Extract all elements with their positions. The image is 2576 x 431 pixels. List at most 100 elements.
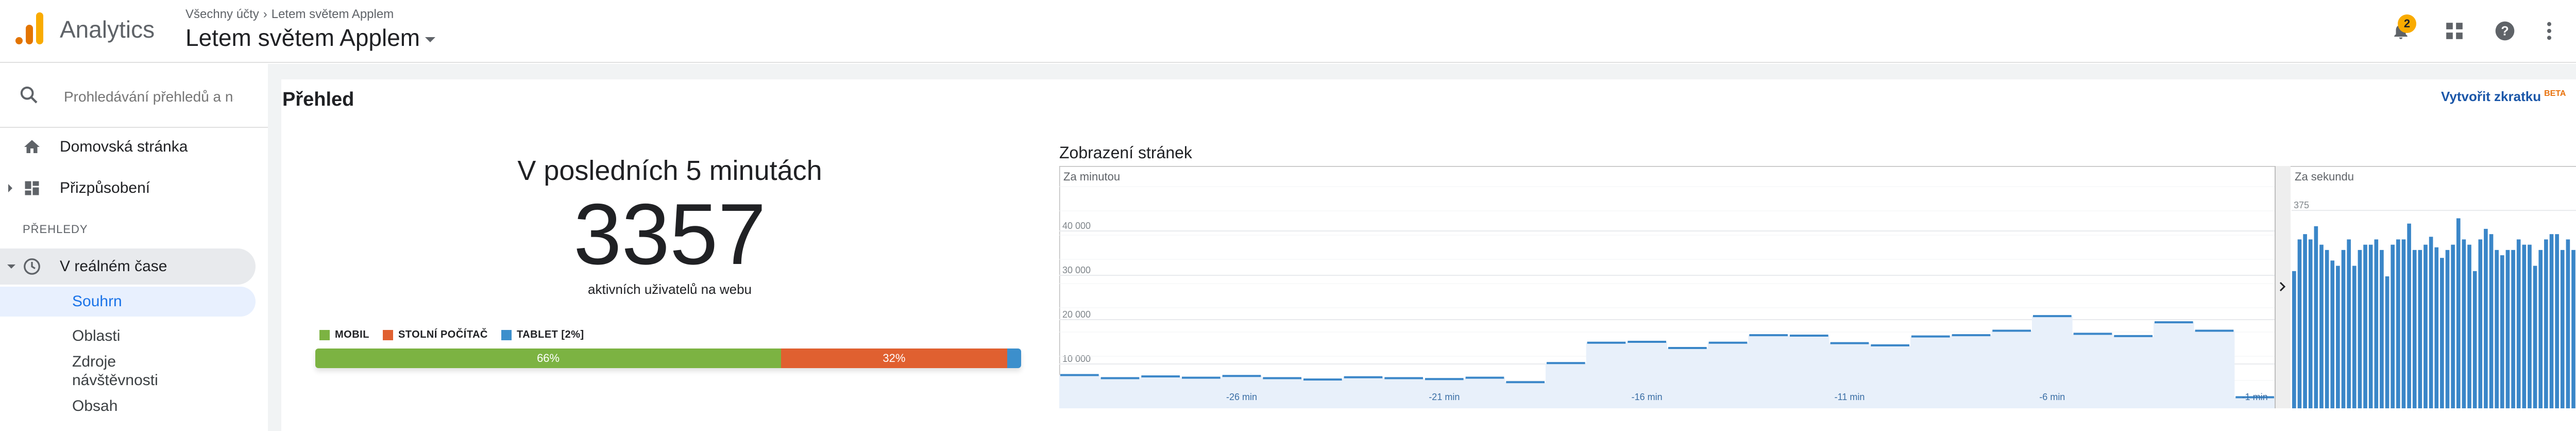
top-header: Analytics Všechny účty › Letem světem Appl… [0, 0, 2576, 63]
x-tick-label: -16 min [1632, 392, 1663, 402]
second-bar-23 [2418, 250, 2422, 408]
second-bar-35 [2484, 228, 2488, 408]
breadcrumb-account[interactable]: Letem světem Applem [272, 7, 394, 21]
sidebar-item-realtime[interactable]: V reálném čase [0, 248, 256, 285]
second-bar-1 [2297, 239, 2302, 408]
device-segment-0: 66% [315, 349, 782, 368]
breadcrumb[interactable]: Všechny účty › Letem světem Applem [185, 7, 394, 22]
legend-item-tablet: TABLET [2%] [501, 329, 584, 341]
sidebar-item-label: Domovská stránka [60, 138, 188, 155]
second-bar-7 [2330, 260, 2335, 408]
sidebar-subitem-overview[interactable]: Souhrn [0, 287, 256, 317]
active-users-caption: aktivních uživatelů na webu [588, 281, 752, 297]
sidebar-subitem-content[interactable]: Obsah [72, 397, 117, 416]
y-tick-label: 30 000 [1062, 265, 1091, 275]
legend-swatch [382, 329, 393, 340]
app-name: Analytics [60, 16, 155, 43]
sidebar-item-customization[interactable]: Přizpůsobení [0, 170, 256, 206]
second-bar-48 [2555, 234, 2559, 408]
second-bar-22 [2412, 250, 2417, 408]
second-bar-10 [2347, 239, 2351, 408]
second-bar-11 [2352, 266, 2357, 408]
second-bar-18 [2391, 244, 2395, 408]
sidebar-search[interactable] [0, 64, 268, 128]
second-bar-3 [2308, 239, 2313, 408]
sidebar-item-label: V reálném čase [60, 258, 167, 275]
second-bar-9 [2341, 250, 2346, 408]
second-bar-50 [2566, 239, 2570, 408]
x-tick-label: -1 min [2242, 392, 2268, 402]
second-bar-43 [2528, 244, 2532, 408]
second-bar-47 [2549, 234, 2554, 408]
realtime-heading: V posledních 5 minutách [517, 155, 822, 186]
second-bar-37 [2495, 250, 2499, 408]
legend-label: MOBIL [335, 329, 369, 340]
second-bar-12 [2358, 250, 2362, 408]
legend-item-mobile: MOBIL [319, 329, 369, 341]
y-tick-label: 40 000 [1062, 221, 1091, 231]
sidebar-item-label: Přizpůsobení [60, 179, 150, 196]
second-bar-36 [2489, 234, 2494, 408]
second-bar-39 [2505, 250, 2510, 408]
second-bar-51 [2571, 250, 2575, 408]
help-icon[interactable]: ? [2490, 16, 2519, 45]
second-bar-30 [2456, 218, 2461, 408]
second-bar-49 [2560, 250, 2565, 408]
legend-swatch [501, 329, 512, 340]
analytics-logo-icon[interactable] [14, 10, 44, 46]
second-bar-28 [2445, 250, 2450, 408]
account-name: Letem světem Applem [185, 24, 420, 51]
second-bar-34 [2478, 239, 2483, 408]
per-second-label: Za sekundu [2295, 170, 2354, 183]
second-bar-14 [2368, 244, 2373, 408]
second-bar-21 [2407, 223, 2411, 408]
beta-badge: BETA [2544, 89, 2566, 98]
second-bar-8 [2336, 266, 2340, 408]
second-bar-31 [2462, 239, 2466, 408]
second-bar-24 [2424, 244, 2428, 408]
section-label-reports: PŘEHLEDY [23, 223, 88, 236]
sidebar-subitem-label: Souhrn [72, 293, 122, 310]
sidebar: Domovská stránka Přizpůsobení PŘEHLEDY V… [0, 64, 268, 431]
second-bar-13 [2363, 244, 2367, 408]
clock-icon [24, 258, 40, 275]
second-bar-29 [2451, 244, 2455, 408]
second-bar-2 [2303, 234, 2307, 408]
sidebar-subitem-locations[interactable]: Oblasti [72, 327, 120, 345]
sidebar-item-home[interactable]: Domovská stránka [0, 129, 256, 165]
second-bar-41 [2516, 239, 2521, 408]
home-icon [24, 140, 40, 153]
y-tick-label: 10 000 [1062, 354, 1091, 364]
sidebar-subitem-traffic-sources[interactable]: Zdroje návštěvnosti [72, 353, 196, 390]
device-segment-2 [1007, 349, 1021, 368]
more-vert-icon[interactable] [2535, 16, 2564, 45]
legend-label: STOLNÍ POČÍTAČ [398, 329, 488, 340]
notification-count-badge: 2 [2398, 14, 2416, 33]
second-bar-33 [2472, 271, 2477, 408]
x-tick-label: -21 min [1429, 392, 1460, 402]
caret-down-icon [425, 37, 436, 42]
second-bar-32 [2467, 244, 2471, 408]
pageviews-title: Zobrazení stránek [1059, 143, 1192, 162]
search-icon [20, 86, 38, 104]
collapse-arrow-icon[interactable] [7, 264, 15, 269]
search-input[interactable] [64, 85, 234, 109]
apps-grid-icon[interactable] [2440, 16, 2469, 45]
page-title: Přehled [282, 89, 354, 110]
breadcrumb-root[interactable]: Všechny účty [185, 7, 259, 21]
second-bar-17 [2385, 276, 2389, 408]
active-users-count: 3357 [573, 186, 766, 283]
second-bar-27 [2440, 258, 2444, 408]
create-shortcut-link[interactable]: Vytvořit zkratku BETA [2441, 89, 2566, 105]
expand-arrow-icon[interactable] [8, 184, 12, 192]
x-tick-label: -6 min [2039, 392, 2065, 402]
second-bar-6 [2325, 250, 2329, 408]
second-bar-5 [2319, 244, 2324, 408]
legend-item-desktop: STOLNÍ POČÍTAČ [382, 329, 488, 341]
x-tick-label: -11 min [1835, 392, 1865, 402]
second-bar-19 [2396, 239, 2400, 408]
device-legend: MOBIL STOLNÍ POČÍTAČ TABLET [2%] [319, 329, 598, 341]
device-segment-1: 32% [781, 349, 1007, 368]
account-selector[interactable]: Letem světem Applem [185, 24, 436, 52]
second-bar-44 [2533, 266, 2537, 408]
